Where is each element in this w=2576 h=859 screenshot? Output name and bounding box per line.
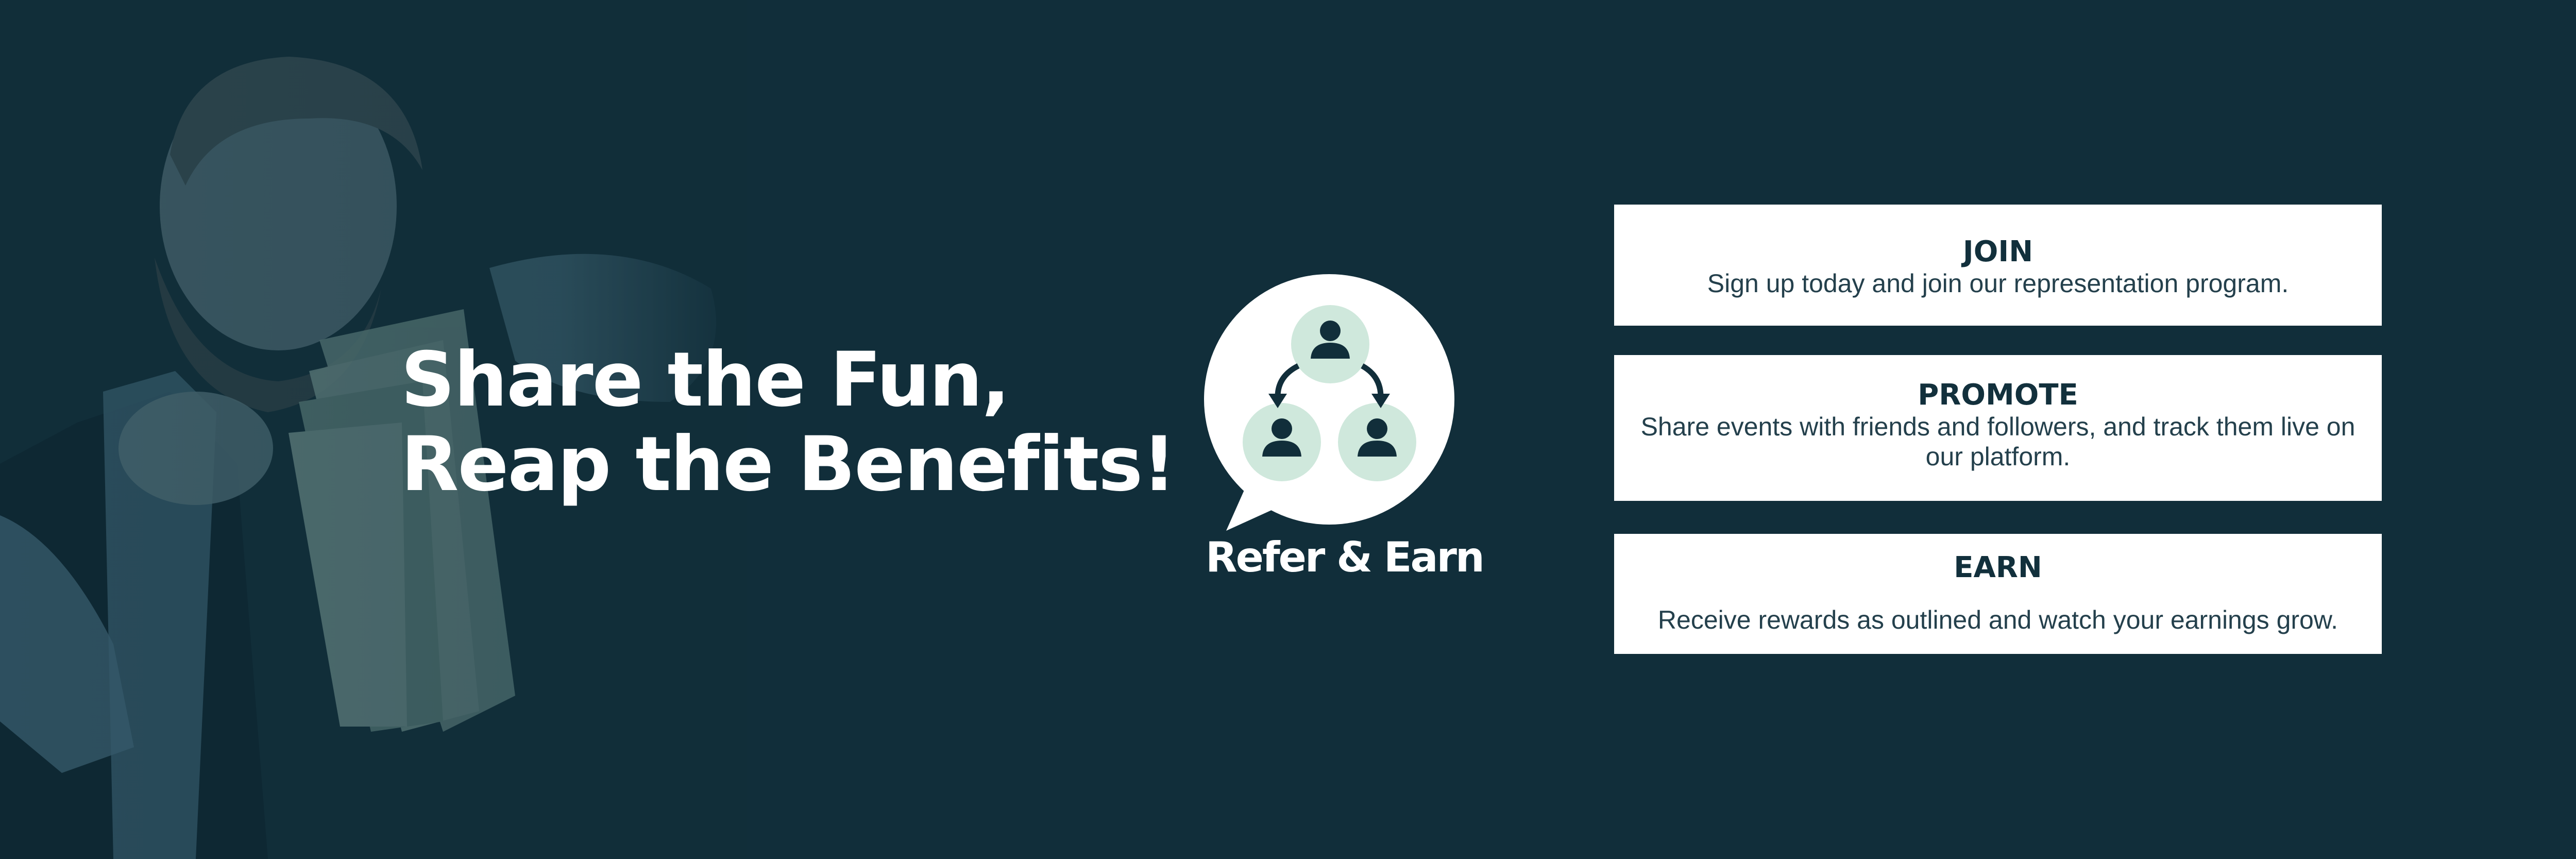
step-earn-card: EARN Receive rewards as outlined and wat… — [1614, 534, 2382, 654]
headline: Share the Fun, Reap the Benefits! — [401, 336, 1176, 508]
step-promote-description: Share events with friends and followers,… — [1640, 412, 2355, 471]
step-join-description: Sign up today and join our representatio… — [1707, 269, 2289, 298]
step-earn-description: Receive rewards as outlined and watch yo… — [1657, 605, 2338, 634]
headline-line-2: Reap the Benefits! — [401, 420, 1176, 508]
refer-earn-banner: Share the Fun, Reap the Benefits! Refer … — [0, 0, 2576, 859]
headline-line-1: Share the Fun, — [401, 336, 1010, 424]
step-join-title: JOIN — [1962, 235, 2033, 268]
step-earn-title: EARN — [1954, 551, 2042, 584]
step-join-card: JOIN Sign up today and join our represen… — [1614, 205, 2382, 326]
logo-label: Refer & Earn — [1206, 533, 1485, 581]
step-promote-card: PROMOTE Share events with friends and fo… — [1614, 355, 2382, 501]
step-promote-title: PROMOTE — [1918, 378, 2078, 412]
